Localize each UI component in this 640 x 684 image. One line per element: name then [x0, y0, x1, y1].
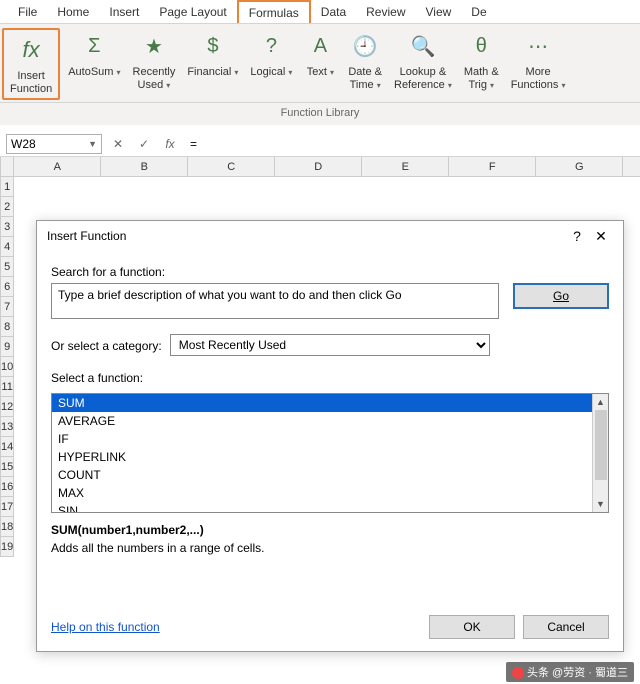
row-header[interactable]: 15: [0, 457, 14, 477]
column-header[interactable]: H: [623, 157, 640, 177]
list-item[interactable]: SUM: [52, 394, 608, 412]
column-header[interactable]: F: [449, 157, 536, 177]
row-header[interactable]: 1: [0, 177, 14, 197]
ribbon-financial[interactable]: $Financial ▾: [181, 26, 244, 102]
row-header[interactable]: 4: [0, 237, 14, 257]
more-icon: ⋯: [522, 30, 554, 62]
ribbon-lookup-[interactable]: 🔍Lookup &Reference ▾: [388, 26, 458, 102]
list-item[interactable]: IF: [52, 430, 608, 448]
row-header[interactable]: 6: [0, 277, 14, 297]
ribbon-text[interactable]: AText ▾: [298, 26, 342, 102]
menu-tab-formulas[interactable]: Formulas: [237, 0, 311, 23]
date &-icon: 🕘: [349, 30, 381, 62]
row-header[interactable]: 3: [0, 217, 14, 237]
column-header[interactable]: A: [14, 157, 101, 177]
dialog-title-text: Insert Function: [47, 229, 126, 243]
menu-tab-review[interactable]: Review: [356, 0, 415, 23]
row-header[interactable]: 18: [0, 517, 14, 537]
select-all-corner[interactable]: [0, 157, 14, 177]
row-header[interactable]: 12: [0, 397, 14, 417]
list-item[interactable]: SIN: [52, 502, 608, 513]
formula-input[interactable]: [186, 134, 634, 154]
list-item[interactable]: MAX: [52, 484, 608, 502]
ribbon-insert[interactable]: fxInsertFunction: [2, 28, 60, 100]
menu-tab-insert[interactable]: Insert: [99, 0, 149, 23]
row-header[interactable]: 10: [0, 357, 14, 377]
lookup &-icon: 🔍: [407, 30, 439, 62]
ribbon-autosum[interactable]: ΣAutoSum ▾: [62, 26, 126, 102]
name-box[interactable]: W28 ▼: [6, 134, 102, 154]
text-icon: A: [304, 30, 336, 62]
column-header[interactable]: G: [536, 157, 623, 177]
ribbon-recently[interactable]: ★RecentlyUsed ▾: [127, 26, 182, 102]
row-header[interactable]: 14: [0, 437, 14, 457]
cancel-formula-icon[interactable]: ✕: [108, 134, 128, 154]
scroll-thumb[interactable]: [595, 410, 607, 480]
name-box-value: W28: [11, 137, 36, 151]
function-list[interactable]: SUMAVERAGEIFHYPERLINKCOUNTMAXSIN ▲ ▼: [51, 393, 609, 513]
menu-tab-data[interactable]: Data: [311, 0, 356, 23]
menu-tab-page-layout[interactable]: Page Layout: [149, 0, 236, 23]
ok-button[interactable]: OK: [429, 615, 515, 639]
row-header[interactable]: 17: [0, 497, 14, 517]
scroll-up-icon[interactable]: ▲: [593, 394, 608, 410]
insert-function-dialog: Insert Function ? ✕ Search for a functio…: [36, 220, 624, 652]
row-header[interactable]: 11: [0, 377, 14, 397]
column-header[interactable]: D: [275, 157, 362, 177]
list-item[interactable]: HYPERLINK: [52, 448, 608, 466]
scroll-down-icon[interactable]: ▼: [593, 496, 608, 512]
row-header[interactable]: 16: [0, 477, 14, 497]
row-header[interactable]: 19: [0, 537, 14, 557]
menu-tab-file[interactable]: File: [8, 0, 47, 23]
list-item[interactable]: COUNT: [52, 466, 608, 484]
scrollbar[interactable]: ▲ ▼: [592, 394, 608, 512]
menu-tab-home[interactable]: Home: [47, 0, 99, 23]
go-button[interactable]: Go: [513, 283, 609, 309]
fx-icon[interactable]: fx: [160, 134, 180, 154]
function-description: Adds all the numbers in a range of cells…: [51, 541, 609, 555]
ribbon-date-[interactable]: 🕘Date &Time ▾: [342, 26, 388, 102]
list-item[interactable]: AVERAGE: [52, 412, 608, 430]
column-header[interactable]: B: [101, 157, 188, 177]
row-header[interactable]: 5: [0, 257, 14, 277]
math &-icon: θ: [465, 30, 497, 62]
ribbon-math-[interactable]: θMath &Trig ▾: [458, 26, 505, 102]
help-icon[interactable]: ?: [565, 228, 589, 244]
menu-tab-view[interactable]: View: [416, 0, 462, 23]
enter-formula-icon[interactable]: ✓: [134, 134, 154, 154]
search-input[interactable]: Type a brief description of what you wan…: [51, 283, 499, 319]
menu-tab-de[interactable]: De: [461, 0, 496, 23]
category-select[interactable]: Most Recently Used: [170, 334, 490, 356]
ribbon-logical[interactable]: ?Logical ▾: [244, 26, 298, 102]
cancel-button[interactable]: Cancel: [523, 615, 609, 639]
chevron-down-icon[interactable]: ▼: [88, 139, 97, 149]
row-header[interactable]: 9: [0, 337, 14, 357]
ribbon: fxInsertFunctionΣAutoSum ▾★RecentlyUsed …: [0, 24, 640, 103]
watermark-icon: [512, 667, 524, 679]
recently-icon: ★: [138, 30, 170, 62]
autosum-icon: Σ: [78, 30, 110, 62]
column-header[interactable]: E: [362, 157, 449, 177]
ribbon-group-label: Function Library: [0, 103, 640, 125]
function-signature: SUM(number1,number2,...): [51, 523, 204, 537]
search-label: Search for a function:: [51, 265, 609, 279]
watermark: 头条 @劳资 · 蜀道三: [506, 662, 634, 682]
category-label: Or select a category:: [51, 339, 162, 353]
insert-icon: fx: [15, 34, 47, 66]
row-header[interactable]: 2: [0, 197, 14, 217]
close-icon[interactable]: ✕: [589, 228, 613, 245]
row-header[interactable]: 8: [0, 317, 14, 337]
financial-icon: $: [197, 30, 229, 62]
column-header[interactable]: C: [188, 157, 275, 177]
menu-bar: FileHomeInsertPage LayoutFormulasDataRev…: [0, 0, 640, 24]
row-header[interactable]: 13: [0, 417, 14, 437]
help-link[interactable]: Help on this function: [51, 620, 160, 634]
select-function-label: Select a function:: [51, 371, 609, 385]
row-header[interactable]: 7: [0, 297, 14, 317]
dialog-titlebar: Insert Function ? ✕: [37, 221, 623, 251]
formula-bar: W28 ▼ ✕ ✓ fx: [0, 131, 640, 157]
ribbon-more[interactable]: ⋯MoreFunctions ▾: [505, 26, 572, 102]
logical-icon: ?: [255, 30, 287, 62]
